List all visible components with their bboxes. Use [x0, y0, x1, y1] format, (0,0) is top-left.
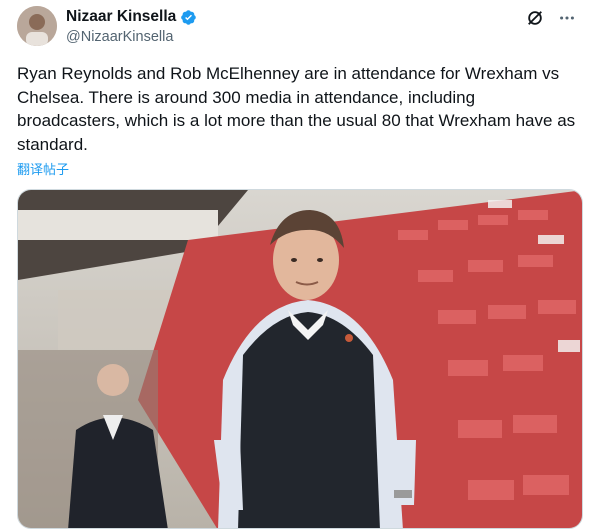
verified-badge-icon [181, 9, 197, 25]
translate-post-link[interactable]: 翻译帖子 [17, 159, 69, 178]
grok-icon[interactable] [525, 8, 545, 28]
tweet-actions-top [525, 8, 577, 28]
author-handle[interactable]: @NizaarKinsella [66, 29, 173, 45]
author-name[interactable]: Nizaar Kinsella [66, 8, 176, 26]
tweet-text: Ryan Reynolds and Rob McElhenney are in … [17, 64, 576, 154]
more-options-icon[interactable] [557, 8, 577, 28]
stadium-photo [18, 190, 582, 528]
avatar-photo [17, 6, 57, 46]
author-name-row: Nizaar Kinsella [66, 8, 197, 26]
tweet-media-photo[interactable] [17, 189, 583, 529]
avatar[interactable] [17, 6, 57, 46]
